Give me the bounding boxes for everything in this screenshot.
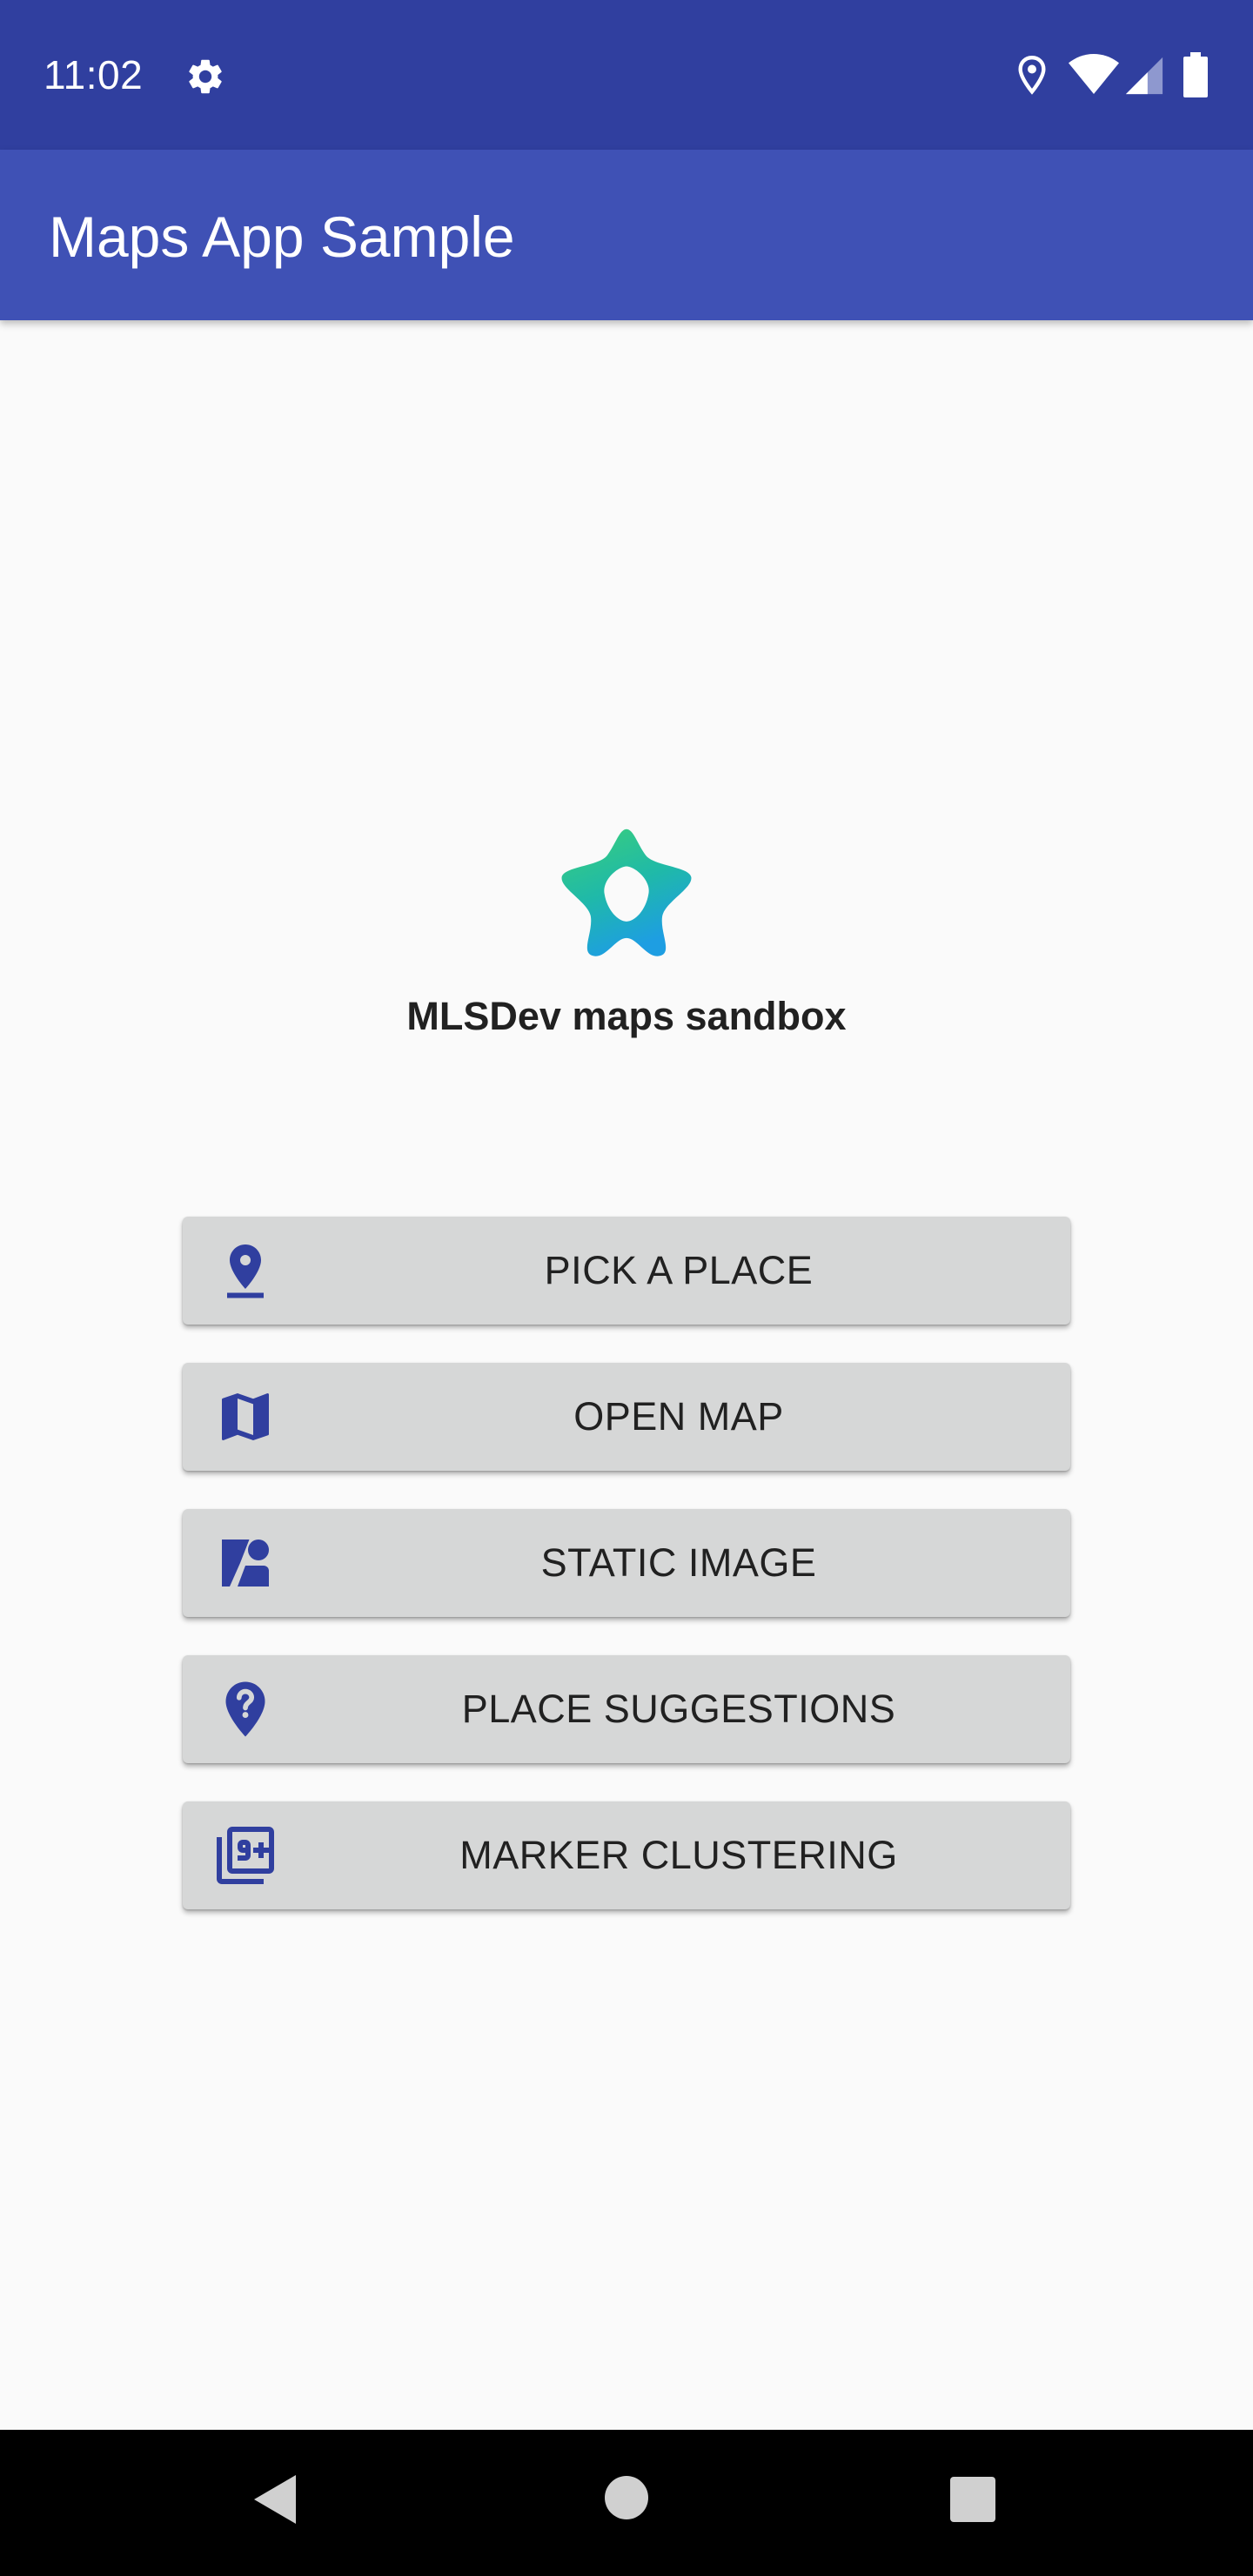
gear-icon (189, 59, 222, 94)
pick-a-place-label: PICK A PLACE (544, 1248, 814, 1292)
app-title: Maps App Sample (49, 205, 515, 269)
static-image-icon (222, 1540, 269, 1587)
mlsdev-logo-icon (561, 828, 692, 956)
map-icon (222, 1393, 269, 1440)
static-image-label: STATIC IMAGE (540, 1540, 817, 1585)
marker-clustering-label: MARKER CLUSTERING (459, 1833, 898, 1877)
pick-a-place-button[interactable]: PICK A PLACE (183, 1217, 1070, 1325)
place-suggestions-button[interactable]: PLACE SUGGESTIONS (183, 1655, 1070, 1763)
recents-icon[interactable] (950, 2477, 995, 2522)
wifi-icon (1069, 54, 1119, 94)
open-map-button[interactable]: OPEN MAP (183, 1363, 1070, 1471)
pin-drop-icon (227, 1244, 264, 1298)
sandbox-subtitle: MLSDev maps sandbox (406, 994, 847, 1038)
home-icon[interactable] (604, 2475, 649, 2520)
place-suggestions-label: PLACE SUGGESTIONS (461, 1687, 896, 1731)
marker-clustering-button[interactable]: MARKER CLUSTERING (183, 1801, 1070, 1909)
navigation-bar (0, 2430, 1253, 2576)
open-map-label: OPEN MAP (573, 1394, 784, 1439)
app-bar: Maps App Sample (0, 150, 1253, 320)
cell-signal-icon (1125, 57, 1163, 95)
static-image-button[interactable]: STATIC IMAGE (183, 1509, 1070, 1617)
back-icon[interactable] (251, 2472, 299, 2527)
status-bar: 11:02 (0, 0, 1253, 150)
question-pin-icon (225, 1681, 265, 1737)
filter-9-plus-icon (217, 1827, 274, 1884)
location-icon (1018, 55, 1046, 95)
battery-icon (1183, 52, 1208, 97)
status-time: 11:02 (44, 52, 144, 97)
